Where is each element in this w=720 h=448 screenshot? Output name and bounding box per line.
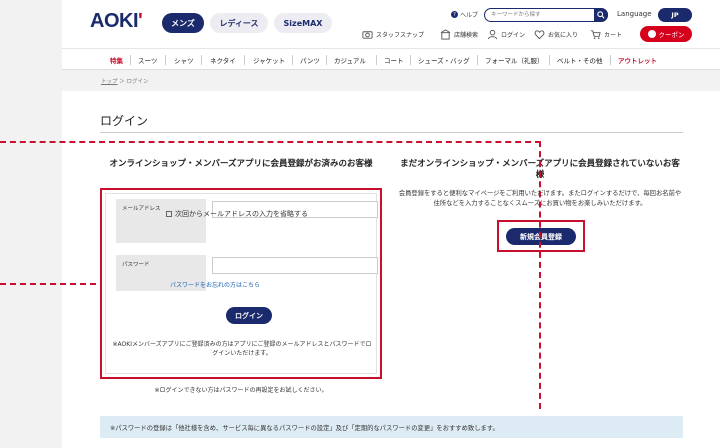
coupon-button[interactable]: クーポン (640, 26, 692, 42)
cart-icon (590, 30, 601, 39)
search-icon (597, 11, 605, 19)
global-nav: 特集 スーツ シャツ ネクタイ ジャケット パンツ カジュアル コート シューズ… (62, 48, 720, 70)
remember-email-option[interactable]: 次回からメールアドレスの入力を省略する (166, 209, 334, 219)
annotation-dashed-line (0, 283, 96, 285)
title-divider (100, 132, 683, 133)
email-label: メールアドレス (116, 199, 206, 243)
nav-separator (165, 55, 166, 65)
nav-separator (130, 55, 131, 65)
breadcrumb-home-link[interactable]: トップ (101, 79, 118, 85)
aoki-logo[interactable]: AOKI' (90, 10, 143, 33)
nav-separator (244, 55, 245, 65)
nav-separator (410, 55, 411, 65)
store-icon (440, 29, 451, 40)
category-sizemax-button[interactable]: SizeMAX (274, 13, 332, 33)
language-select-button[interactable]: JP (658, 8, 692, 22)
store-search-link[interactable]: 店舗検索 (440, 29, 478, 40)
login-link[interactable]: ログイン (487, 29, 525, 40)
nav-separator (376, 55, 377, 65)
coupon-icon (647, 30, 656, 38)
search-box (484, 8, 608, 22)
nav-item-feature[interactable]: 特集 (110, 49, 123, 71)
nav-item-suits[interactable]: スーツ (138, 49, 157, 71)
language-label: Language (617, 10, 652, 18)
annotation-dashed-line (0, 141, 541, 143)
nav-item-pants[interactable]: パンツ (300, 49, 320, 71)
nav-item-jackets[interactable]: ジャケット (253, 49, 285, 71)
user-icon (487, 29, 498, 40)
forgot-password-link[interactable]: パスワードをお忘れの方はこちら (170, 280, 260, 289)
register-button[interactable]: 新規会員登録 (506, 228, 576, 245)
cart-link[interactable]: カート (590, 29, 622, 40)
main-content: ログイン オンラインショップ・メンバーズアプリに会員登録がお済みのお客様 メール… (62, 91, 720, 448)
nav-item-shirts[interactable]: シャツ (174, 49, 194, 71)
nav-separator (549, 55, 550, 65)
nav-separator (292, 55, 293, 65)
nav-item-outlet[interactable]: アウトレット (618, 49, 657, 71)
register-highlight: 新規会員登録 (497, 220, 585, 252)
nav-item-belts-other[interactable]: ベルト・その他 (557, 49, 603, 71)
breadcrumb-current: ログイン (126, 79, 149, 85)
nav-separator (477, 55, 478, 65)
member-login-heading: オンラインショップ・メンバーズアプリに会員登録がお済みのお客様 (109, 159, 373, 169)
breadcrumb: トップ ＞ ログイン (101, 79, 149, 85)
nav-item-ties[interactable]: ネクタイ (210, 49, 236, 71)
login-help-note: ※ログインできない方はパスワードの再設定をお試しください。 (154, 387, 328, 394)
app-login-note: ※AOKIメンバーズアプリにご登録済みの方はアプリにご登録のメールアドレスとパス… (112, 341, 372, 357)
search-input[interactable] (491, 10, 587, 20)
annotation-dashed-line (539, 141, 541, 409)
password-info-banner: ※パスワードの登録は「他社様を含め、サービス毎に異なるパスワードの設定」及び「定… (100, 416, 683, 438)
nav-item-shoes-bags[interactable]: シューズ・バッグ (418, 49, 470, 71)
nav-separator (326, 55, 327, 65)
category-ladies-button[interactable]: レディース (210, 13, 268, 33)
staff-snap-link[interactable]: スタッフスナップ (362, 29, 424, 40)
remember-email-checkbox[interactable] (166, 211, 172, 217)
page-title: ログイン (100, 114, 149, 128)
login-button[interactable]: ログイン (226, 307, 272, 324)
nav-item-coats[interactable]: コート (384, 49, 404, 71)
nav-separator (201, 55, 202, 65)
help-icon: ? (451, 11, 458, 18)
nav-item-casual[interactable]: カジュアル (334, 49, 366, 71)
camera-icon (362, 31, 373, 39)
heart-icon (534, 30, 545, 40)
category-mens-button[interactable]: メンズ (162, 13, 204, 33)
help-link[interactable]: ? ヘルプ (451, 10, 478, 19)
password-field[interactable] (212, 257, 378, 274)
favorites-link[interactable]: お気に入り (534, 29, 578, 40)
nav-separator (610, 55, 611, 65)
nav-item-formal[interactable]: フォーマル（礼服） (485, 49, 544, 71)
search-button[interactable] (594, 8, 608, 22)
